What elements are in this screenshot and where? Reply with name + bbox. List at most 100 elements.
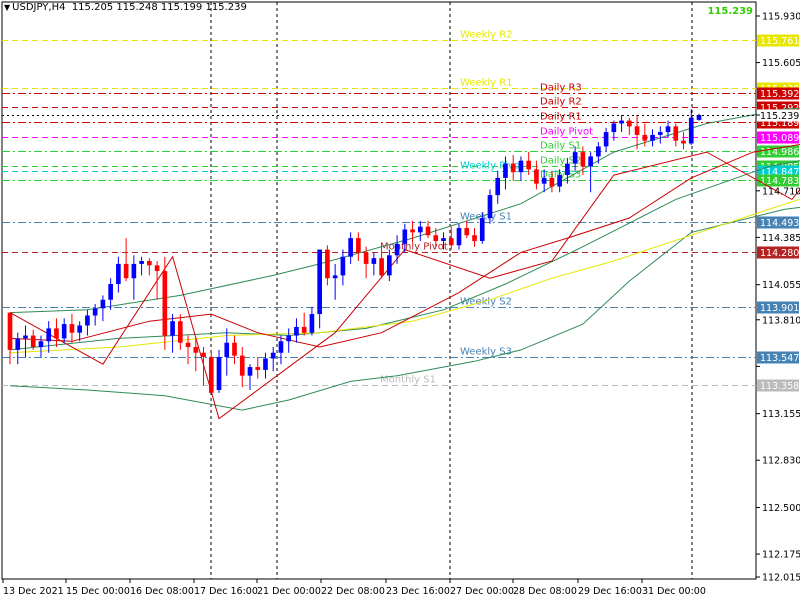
candle-body (479, 218, 485, 241)
candle-body (410, 229, 415, 233)
y-tick-label: 112.015 (762, 573, 800, 584)
candle-body (348, 238, 353, 257)
candle-body (54, 328, 59, 339)
y-tick-label: 115.605 (762, 58, 800, 69)
candle-body (208, 357, 214, 393)
candle-body (472, 235, 477, 241)
ohlc-low: 115.199 (160, 2, 203, 13)
candle-body (232, 342, 237, 356)
candle-body (224, 342, 230, 358)
y-tick-label: 112.175 (762, 550, 800, 561)
chart-area[interactable]: ▼ USDJPY,H4 115.205 115.248 115.199 115.2… (0, 0, 800, 600)
level-label: Monthly Pivot (380, 242, 448, 253)
candle-body (572, 152, 578, 164)
x-tick-label: 27 Dec 00:00 (450, 586, 514, 597)
candle-body (255, 367, 261, 370)
candle-body (61, 324, 67, 339)
candle-body (325, 249, 330, 279)
collapse-arrow-icon[interactable]: ▼ (4, 3, 10, 12)
candle-body (688, 117, 694, 144)
candle-body (387, 255, 392, 276)
candle-body (580, 152, 586, 167)
price-chart[interactable]: Weekly R2115.761Weekly R1115.430Daily R3… (0, 0, 800, 600)
level-label: Weekly R1 (460, 78, 513, 89)
x-tick-label: 16 Dec 08:00 (130, 586, 194, 597)
candle-body (627, 120, 632, 127)
candle-body (510, 163, 516, 173)
chart-header: ▼ USDJPY,H4 115.205 115.248 115.199 115.2… (4, 2, 247, 13)
candle-body (131, 263, 137, 279)
candle-body (379, 258, 384, 276)
x-tick-label: 17 Dec 16:00 (194, 586, 258, 597)
candle-body (356, 238, 361, 253)
candle-body (394, 243, 400, 256)
current-price-text: 115.239 (760, 111, 799, 122)
candle-body (417, 226, 423, 233)
candle-body (565, 163, 570, 176)
candle-body (495, 177, 501, 196)
candle-body (425, 226, 431, 236)
x-tick-label: 21 Dec 00:00 (257, 586, 321, 597)
candle-body (309, 314, 315, 333)
y-tick-label: 115.930 (762, 12, 800, 23)
candle-body (23, 335, 28, 339)
candle-body (15, 338, 21, 350)
candle-body (46, 328, 52, 342)
candle-body (286, 335, 292, 342)
candle-body (162, 271, 168, 336)
y-tick-label: 114.385 (762, 233, 800, 244)
y-tick-label: 113.155 (762, 409, 800, 420)
level-price-text: 115.089 (760, 133, 799, 144)
candle-body (681, 140, 686, 144)
candle-body (193, 347, 199, 353)
ohlc-high: 115.248 (116, 2, 158, 13)
x-tick-label: 22 Dec 08:00 (321, 586, 385, 597)
x-tick-label: 29 Dec 16:00 (578, 586, 642, 597)
level-price-text: 113.901 (760, 303, 799, 314)
candle-body (263, 358, 268, 370)
candle-body (123, 263, 129, 279)
level-price-text: 115.761 (760, 36, 799, 47)
x-tick-label: 28 Dec 08:00 (513, 586, 577, 597)
level-label: Weekly S3 (460, 347, 512, 358)
candle-body (611, 123, 617, 133)
candle-body (116, 263, 121, 284)
candle-body (673, 126, 679, 141)
candle-body (588, 156, 593, 167)
candle-body (487, 195, 493, 219)
candle-body (503, 163, 508, 178)
candle-body (77, 325, 82, 333)
candle-body (650, 134, 655, 141)
candle-body (534, 169, 539, 184)
y-tick-label: 114.055 (762, 280, 800, 291)
candle-body (170, 321, 175, 336)
candle-body (85, 315, 90, 326)
candle-body (541, 177, 547, 184)
y-tick-label: 113.810 (762, 315, 800, 326)
candle-body (216, 357, 222, 390)
candle-body (201, 352, 206, 358)
candle-body (247, 367, 253, 376)
candle-body (603, 132, 609, 147)
level-price-text: 114.280 (760, 248, 799, 259)
candle-body (665, 126, 671, 133)
x-tick-label: 13 Dec 2021 (3, 586, 64, 597)
symbol-label: USDJPY,H4 (12, 2, 66, 13)
candle-body (456, 228, 462, 246)
candle-body (139, 261, 144, 264)
y-tick-label: 114.710 (762, 186, 800, 197)
candle-body (332, 275, 338, 279)
level-price-text: 114.493 (760, 218, 799, 229)
candle-body (549, 177, 555, 187)
level-price-text: 113.358 (760, 381, 799, 392)
candle-body (185, 342, 191, 348)
current-price-top-label: 115.239 (707, 6, 753, 17)
level-label: Weekly R2 (460, 30, 513, 41)
candle-body (363, 252, 369, 264)
candle-body (154, 265, 160, 272)
candle-body (518, 160, 524, 173)
candle-body (657, 132, 663, 135)
candle-body (177, 321, 183, 343)
candle-body (642, 134, 648, 141)
level-label: Daily Pivot (540, 127, 593, 138)
